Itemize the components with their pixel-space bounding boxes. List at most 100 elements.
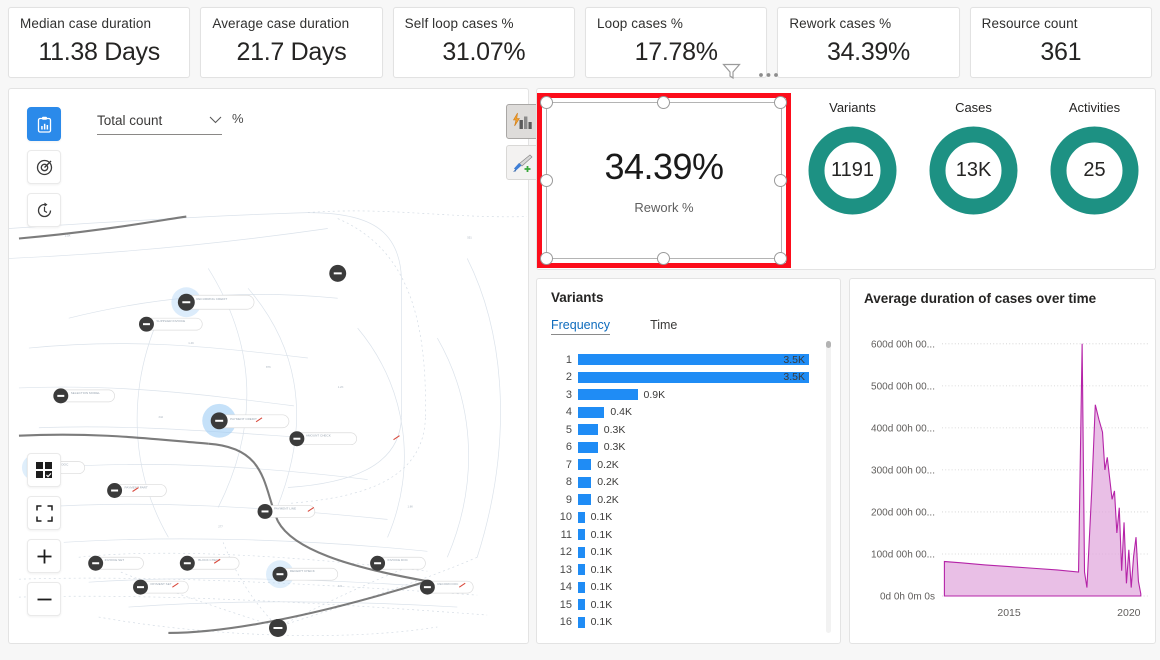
variant-value-label: 0.1K (590, 546, 613, 559)
variant-bar-row[interactable]: 1 3.5K (551, 351, 840, 369)
map-toolbar-top (27, 107, 61, 236)
variants-bar-list[interactable]: 1 3.5K 2 3.5K 3 0.9K 4 0.4K 5 0.3K 6 0.3K 7 0.2K 8 0.2K… (551, 351, 840, 631)
y-axis-tick-label: 100d 00h 00... (871, 549, 935, 560)
variants-scrollbar[interactable] (826, 341, 831, 633)
variant-rank: 1 (565, 353, 572, 366)
tab-time[interactable]: Time (650, 318, 677, 335)
donut-variants[interactable]: Variants 1191 (795, 100, 910, 217)
resize-handle-top-center[interactable] (657, 96, 670, 109)
svg-text:342: 342 (158, 415, 163, 419)
count-metric-select[interactable]: Total count (97, 111, 222, 135)
variant-value-label: 0.2K (597, 493, 619, 506)
tab-frequency[interactable]: Frequency (551, 318, 611, 335)
variant-bar-row[interactable]: 10 0.1K (551, 509, 840, 527)
svg-text:PAYMENT SET: PAYMENT SET (150, 582, 171, 586)
resize-handle-bottom-left[interactable] (540, 252, 553, 265)
x-axis-tick-label: 2020 (1117, 607, 1141, 619)
variant-bar[interactable] (578, 564, 585, 576)
variant-bar-row[interactable]: 11 0.1K (551, 526, 840, 544)
svg-text:RECURRING CREDIT: RECURRING CREDIT (196, 297, 227, 301)
svg-text:AMOUNT CHECK: AMOUNT CHECK (306, 434, 332, 438)
variant-bar[interactable] (578, 424, 598, 436)
variant-bar-row[interactable]: 2 3.5K (551, 369, 840, 387)
kpi-title: Loop cases % (596, 16, 683, 31)
process-map-panel[interactable]: RECURRING CREDIT SUPPLIER INVOICE SELECTI… (8, 88, 529, 644)
variant-bar-row[interactable]: 4 0.4K (551, 404, 840, 422)
kpi-card-median-case-duration[interactable]: Median case duration 11.38 Days (8, 7, 191, 78)
variant-bar[interactable] (578, 529, 585, 541)
duration-area-chart[interactable]: 0d 0h 0m 0s 100d 00h 00... 200d 00h 00... 3… (850, 313, 1157, 643)
target-icon[interactable] (27, 150, 61, 184)
variant-bar-row[interactable]: 15 0.1K (551, 596, 840, 614)
x-axis-tick-label: 2015 (997, 607, 1021, 619)
variant-bar[interactable] (578, 599, 585, 611)
svg-text:551: 551 (467, 235, 472, 239)
duration-area-series[interactable] (943, 343, 1142, 597)
kpi-card-resource-count[interactable]: Resource count 361 (969, 7, 1152, 78)
variant-rank: 5 (565, 423, 572, 436)
variant-bar-row[interactable]: 14 0.1K (551, 579, 840, 597)
variants-scrollbar-thumb[interactable] (826, 341, 831, 348)
resize-handle-top-right[interactable] (774, 96, 787, 109)
variant-bar[interactable] (578, 406, 605, 418)
svg-text:1.8K: 1.8K (407, 504, 413, 508)
variants-title: Variants (551, 290, 604, 305)
rework-card-body[interactable]: 34.39% Rework % (546, 102, 782, 259)
kpi-card-rework-cases-pct[interactable]: Rework cases % 34.39% (777, 7, 960, 78)
svg-text:277: 277 (218, 524, 223, 528)
variant-value-label: 0.2K (597, 458, 619, 471)
process-map-graph[interactable]: RECURRING CREDIT SUPPLIER INVOICE SELECTI… (9, 89, 528, 643)
kpi-title: Average case duration (212, 16, 350, 31)
donut-cases[interactable]: Cases 13K (916, 100, 1031, 217)
variant-bar[interactable] (578, 476, 592, 488)
kpi-card-average-case-duration[interactable]: Average case duration 21.7 Days (200, 7, 383, 78)
variant-bar-row[interactable]: 13 0.1K (551, 561, 840, 579)
variant-bar[interactable] (578, 616, 585, 628)
donut-title: Activities (1068, 100, 1121, 115)
fit-screen-icon[interactable] (27, 496, 61, 530)
selected-visual-rework-card[interactable]: 34.39% Rework % (537, 93, 791, 268)
zoom-out-icon[interactable] (27, 582, 61, 616)
variant-bar[interactable] (578, 354, 810, 366)
variant-bar[interactable] (578, 459, 592, 471)
variant-bar[interactable] (578, 546, 585, 558)
variant-bar-row[interactable]: 16 0.1K (551, 614, 840, 632)
kpi-card-self-loop-cases-pct[interactable]: Self loop cases % 31.07% (392, 7, 575, 78)
variant-bar[interactable] (578, 494, 592, 506)
grid-layout-icon[interactable] (27, 453, 61, 487)
variant-bar-row[interactable]: 5 0.3K (551, 421, 840, 439)
variant-bar-row[interactable]: 8 0.2K (551, 474, 840, 492)
visualizations-pane-icon[interactable] (506, 104, 539, 139)
variant-bar-row[interactable]: 12 0.1K (551, 544, 840, 562)
resize-handle-top-left[interactable] (540, 96, 553, 109)
duration-over-time-panel[interactable]: Average duration of cases over time 0d 0… (849, 278, 1156, 644)
variant-bar[interactable] (578, 511, 585, 523)
kpi-title: Rework cases % (789, 16, 892, 31)
filter-icon[interactable] (722, 63, 741, 85)
variants-panel[interactable]: Variants Frequency Time 1 3.5K 2 3.5K 3 0.9K 4… (536, 278, 841, 644)
variant-bar[interactable] (578, 581, 585, 593)
variant-bar-row[interactable]: 9 0.2K (551, 491, 840, 509)
visual-format-toolbar (506, 104, 540, 186)
resize-handle-bottom-right[interactable] (774, 252, 787, 265)
svg-text:SELECTION MODEL: SELECTION MODEL (71, 391, 101, 395)
variant-bar[interactable] (578, 389, 638, 401)
resize-handle-middle-right[interactable] (774, 174, 787, 187)
replay-icon[interactable] (27, 193, 61, 227)
map-overview-icon[interactable] (27, 107, 61, 141)
variant-bar[interactable] (578, 371, 810, 383)
variant-value-label: 3.5K (783, 371, 805, 384)
variant-bar-row[interactable]: 6 0.3K (551, 439, 840, 457)
resize-handle-middle-left[interactable] (540, 174, 553, 187)
variant-bar[interactable] (578, 441, 598, 453)
variant-value-label: 0.1K (590, 616, 613, 629)
variant-bar-row[interactable]: 3 0.9K (551, 386, 840, 404)
kpi-strip: Median case duration 11.38 Days Average … (0, 0, 1160, 86)
variant-value-label: 0.3K (603, 423, 626, 436)
more-options-icon[interactable] (758, 65, 779, 83)
donut-activities[interactable]: Activities 25 (1037, 100, 1152, 217)
resize-handle-bottom-center[interactable] (657, 252, 670, 265)
variant-bar-row[interactable]: 7 0.2K (551, 456, 840, 474)
format-paintbrush-icon[interactable] (506, 145, 539, 180)
zoom-in-icon[interactable] (27, 539, 61, 573)
